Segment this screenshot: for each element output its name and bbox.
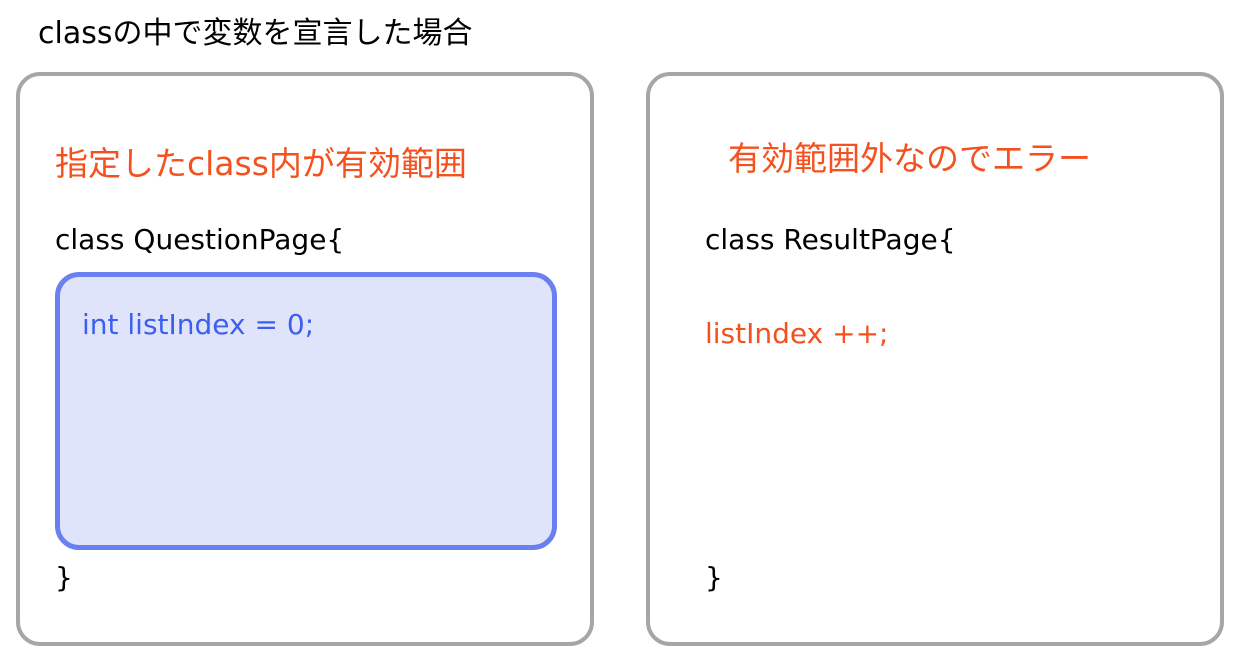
variable-declaration: int listIndex = 0; (82, 308, 315, 341)
class-scope-highlight: int listIndex = 0; (55, 272, 557, 550)
diagram-title: classの中で変数を宣言した場合 (38, 16, 473, 51)
right-panel-out-of-scope: 有効範囲外なのでエラー class ResultPage{ listIndex … (646, 72, 1224, 646)
valid-scope-note: 指定したclass内が有効範囲 (55, 144, 467, 183)
question-page-class-declaration: class QuestionPage{ (55, 223, 345, 256)
result-page-closing-brace: } (705, 561, 723, 594)
out-of-scope-error-note: 有効範囲外なのでエラー (728, 139, 1091, 178)
question-page-closing-brace: } (55, 561, 73, 594)
result-page-class-declaration: class ResultPage{ (705, 223, 956, 256)
error-statement: listIndex ++; (705, 317, 889, 350)
left-panel-valid-scope: 指定したclass内が有効範囲 class QuestionPage{ int … (16, 72, 594, 646)
